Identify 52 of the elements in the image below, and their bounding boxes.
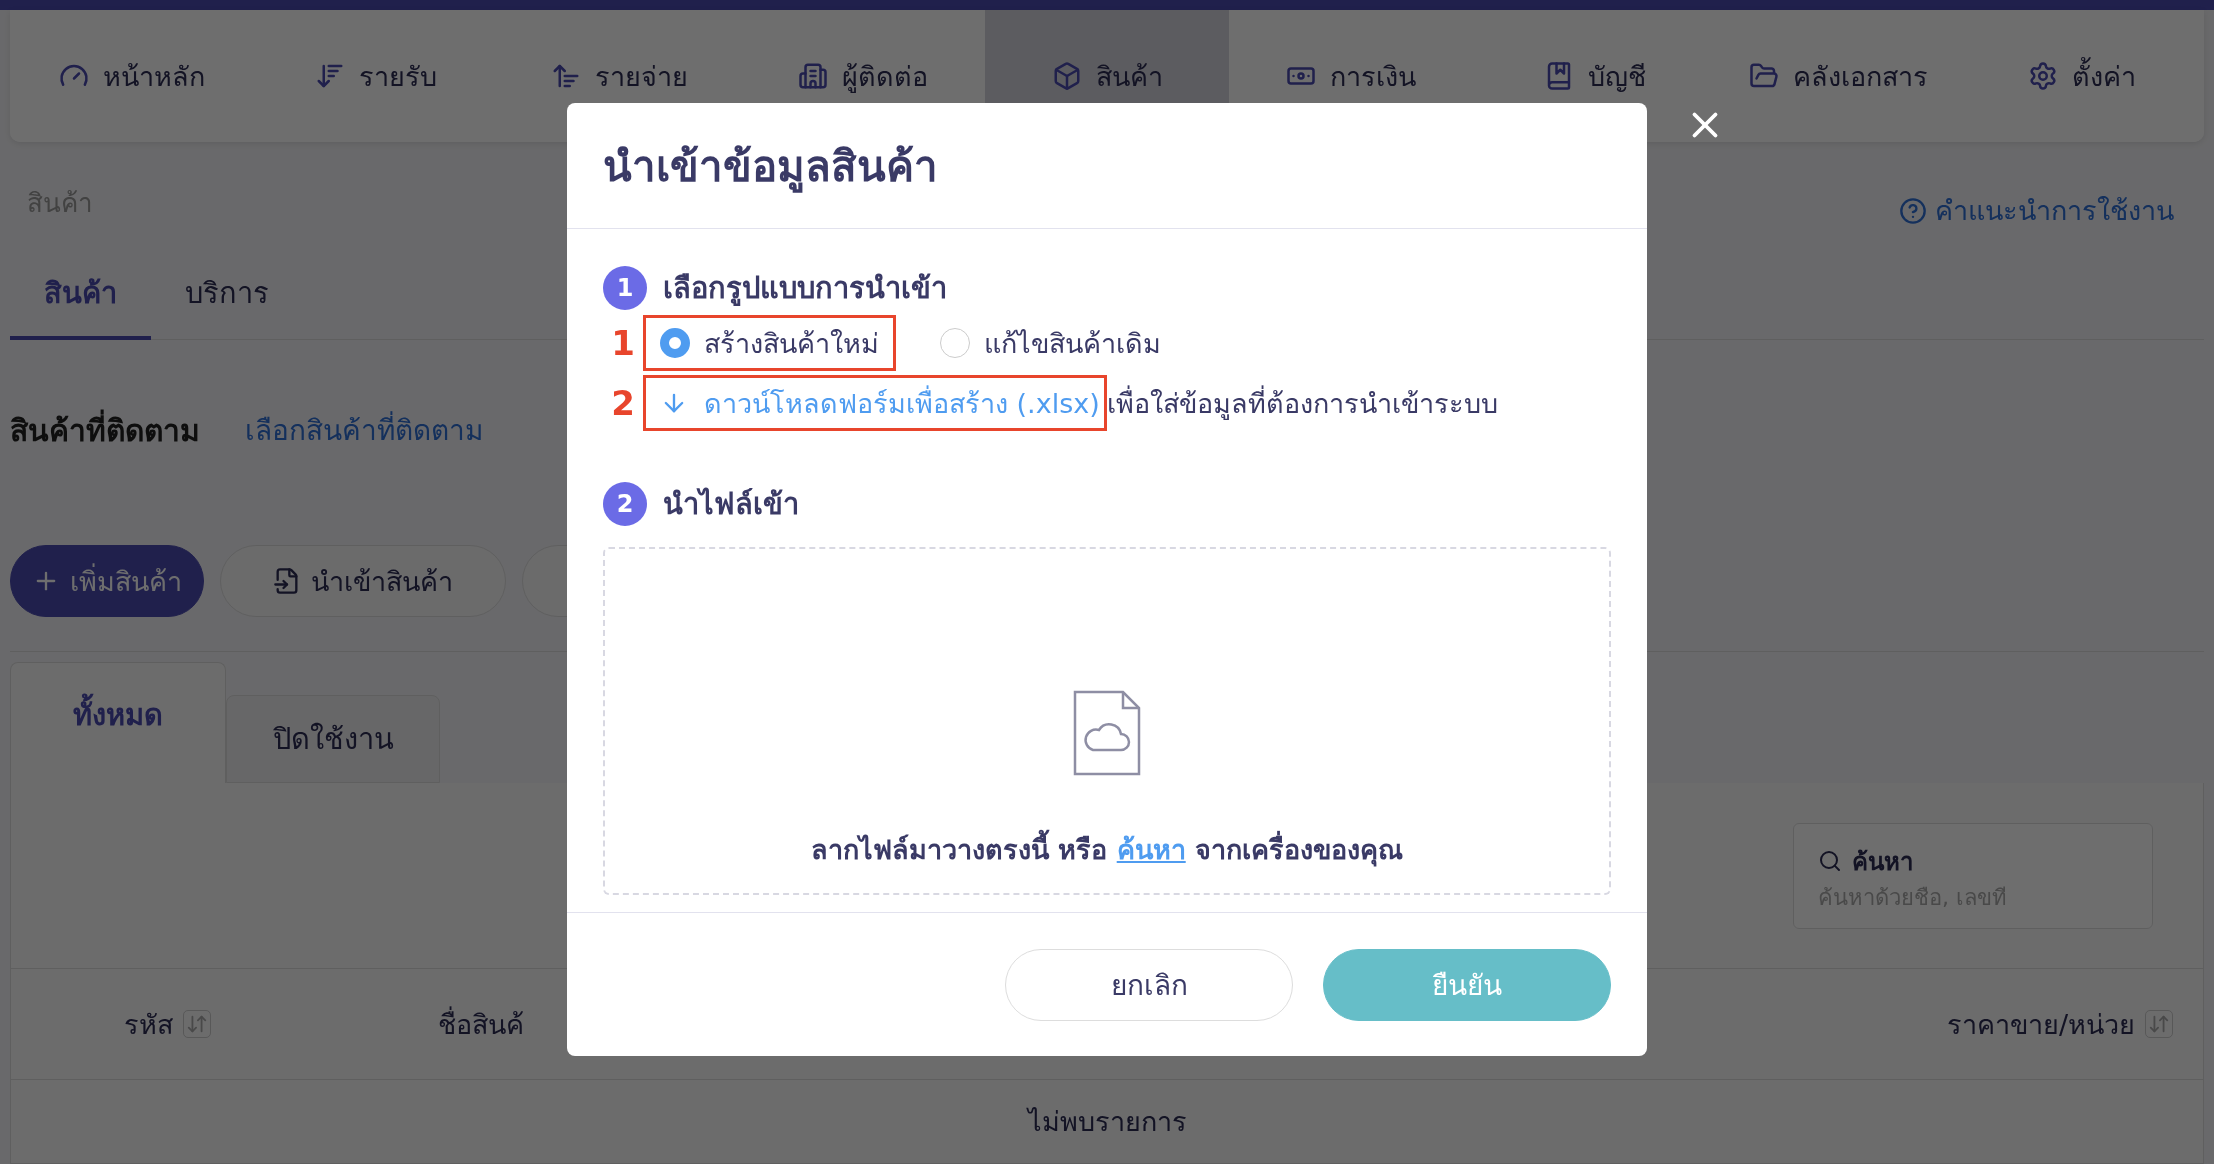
- browse-link[interactable]: ค้นหา: [1116, 834, 1186, 865]
- nav-label: ตั้งค่า: [2072, 54, 2137, 98]
- nav-label: สินค้า: [1095, 59, 1163, 94]
- dialog-title: นำเข้าข้อมูลสินค้า: [603, 140, 938, 195]
- filter-tab[interactable]: ปิดใช้งาน: [226, 695, 440, 783]
- column-header[interactable]: ราคาขาย/หน่วย: [1889, 1002, 2203, 1046]
- annotation-number: 1: [610, 323, 636, 363]
- annotation-number: 2: [610, 383, 636, 423]
- step-title: นำไฟล์เข้า: [663, 486, 799, 523]
- nav-label: หน้าหลัก: [102, 59, 205, 94]
- nav-label: คลังเอกสาร: [1792, 59, 1928, 94]
- nav-label: การเงิน: [1329, 59, 1416, 94]
- step-number: 1: [603, 266, 647, 310]
- nav-item[interactable]: รายรับ: [253, 10, 498, 142]
- nav-label: รายรับ: [358, 59, 437, 94]
- filter-tab[interactable]: ทั้งหมด: [10, 662, 226, 783]
- radio-option[interactable]: แก้ไขสินค้าเดิม: [940, 321, 1161, 365]
- sort-icon: [2145, 1010, 2173, 1038]
- settings-icon: [2028, 61, 2059, 91]
- tab[interactable]: สินค้า: [10, 252, 151, 340]
- search-icon: [1818, 849, 1842, 873]
- cloud-file-icon: [1073, 690, 1141, 776]
- add-product-button[interactable]: เพิ่มสินค้า: [10, 545, 204, 617]
- drop-instructions: ลากไฟล์มาวางตรงนี้ หรือ ค้นหา จากเครื่องของคุณ: [810, 828, 1404, 871]
- cancel-button[interactable]: ยกเลิก: [1005, 948, 1293, 1021]
- help-icon: [1899, 196, 1927, 225]
- section-title: สินค้าที่ติดตาม: [10, 406, 200, 454]
- radio-button[interactable]: [660, 328, 690, 358]
- search-label: ค้นหา: [1818, 841, 2152, 881]
- step-title: เลือกรูปแบบการนำเข้า: [663, 270, 947, 308]
- confirm-button[interactable]: ยืนยัน: [1323, 948, 1611, 1021]
- help-link[interactable]: คำแนะนำการใช้งาน: [1899, 189, 2174, 232]
- building-icon: [798, 61, 829, 91]
- import-product-button[interactable]: นำเข้าสินค้า: [220, 545, 506, 617]
- column-header[interactable]: รหัส: [11, 1002, 325, 1046]
- nav-label: ผู้ติดต่อ: [842, 59, 929, 95]
- nav-item[interactable]: ตั้งค่า: [1960, 10, 2204, 142]
- nav-item[interactable]: หน้าหลัก: [10, 10, 254, 142]
- radio-button[interactable]: [940, 328, 970, 358]
- nav-item[interactable]: คลังเอกสาร: [1716, 10, 1961, 142]
- sort-icon: [183, 1010, 212, 1038]
- download-template-link[interactable]: ดาวน์โหลดฟอร์มเพื่อสร้าง (.xlsx): [660, 381, 1100, 425]
- step-number: 2: [603, 482, 647, 526]
- nav-label: บัญชี: [1587, 59, 1646, 94]
- file-drop-zone[interactable]: ลากไฟล์มาวางตรงนี้ หรือ ค้นหา จากเครื่องของคุณ: [603, 547, 1611, 895]
- nav-label: รายจ่าย: [594, 59, 688, 94]
- select-watchlist-link[interactable]: เลือกสินค้าที่ติดตาม: [245, 408, 483, 452]
- download-note: เพื่อใส่ข้อมูลที่ต้องการนำเข้าระบบ: [1106, 384, 1498, 422]
- tab[interactable]: บริการ: [151, 252, 303, 340]
- help-label: คำแนะนำการใช้งาน: [1935, 194, 2174, 228]
- radio-option[interactable]: สร้างสินค้าใหม่: [660, 321, 879, 365]
- empty-message: ไม่พบรายการ: [1027, 1105, 1187, 1139]
